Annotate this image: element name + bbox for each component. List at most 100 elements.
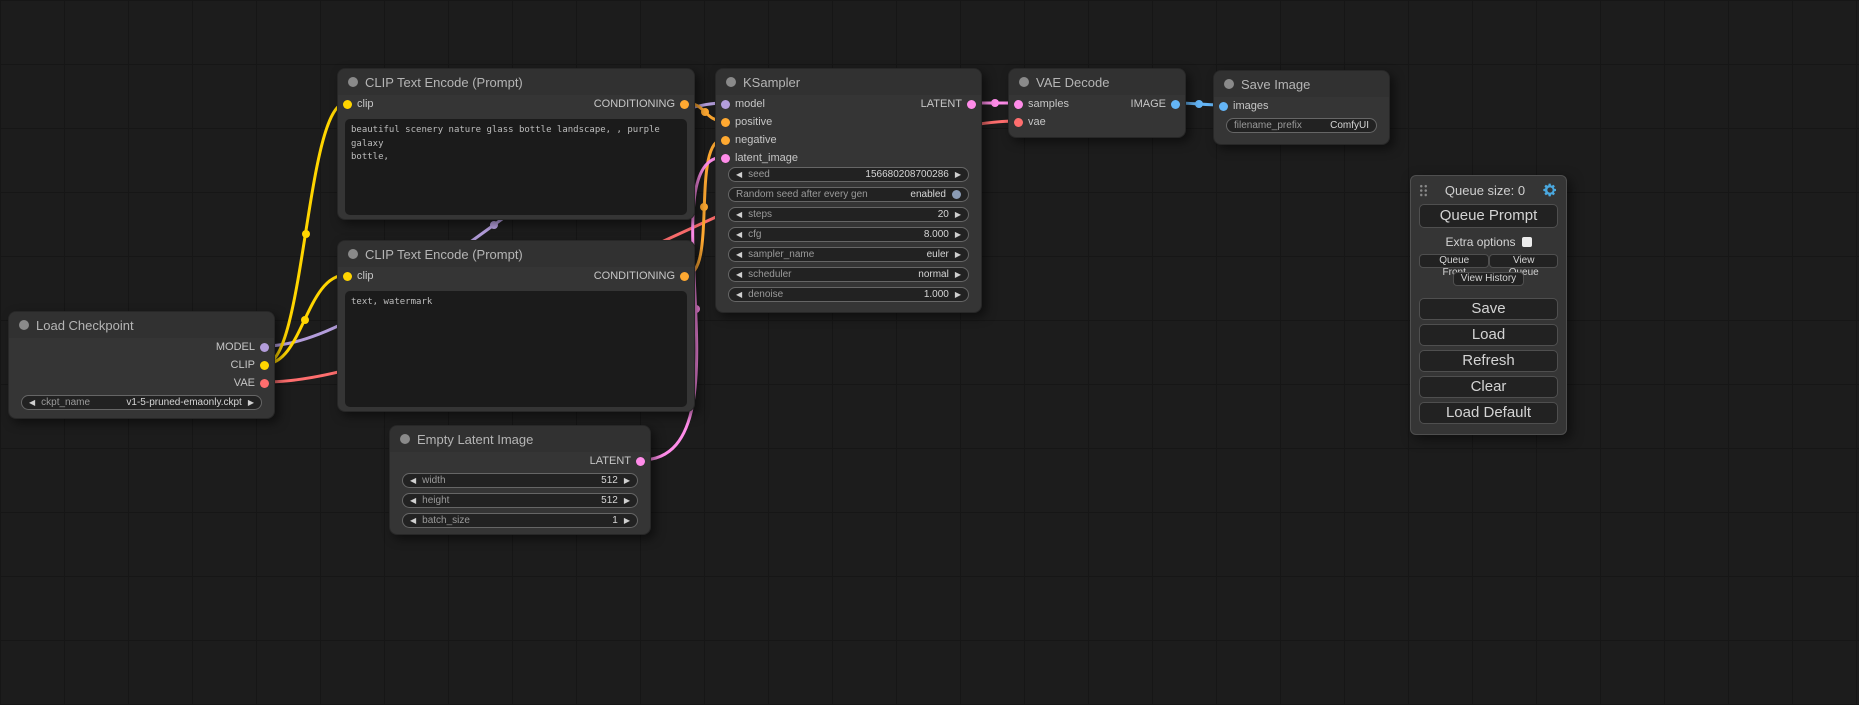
prompt-text-area[interactable]: beautiful scenery nature glass bottle la…	[345, 119, 687, 215]
output-slot-conditioning: CONDITIONING	[516, 95, 694, 113]
increment-arrow-icon[interactable]: ▶	[955, 271, 961, 279]
node-clip-text-encode-negative[interactable]: CLIP Text Encode (Prompt) clip CONDITION…	[337, 240, 695, 412]
scheduler-widget[interactable]: ◀ scheduler normal ▶	[728, 267, 969, 282]
increment-arrow-icon[interactable]: ▶	[624, 497, 630, 505]
latent-output-port[interactable]	[636, 457, 645, 466]
decrement-arrow-icon[interactable]: ◀	[736, 211, 742, 219]
filename-prefix-widget[interactable]: filename_prefix ComfyUI	[1226, 118, 1377, 133]
increment-arrow-icon[interactable]: ▶	[624, 477, 630, 485]
node-status-dot	[348, 77, 358, 87]
prompt-text-area[interactable]: text, watermark	[345, 291, 687, 407]
node-ksampler[interactable]: KSampler model positive negative latent_…	[715, 68, 982, 313]
widget-value: 20	[938, 210, 949, 220]
node-empty-latent-image[interactable]: Empty Latent Image LATENT ◀ width 512 ▶ …	[389, 425, 651, 535]
refresh-button[interactable]: Refresh	[1419, 350, 1558, 372]
decrement-arrow-icon[interactable]: ◀	[410, 517, 416, 525]
widget-value: 1	[612, 516, 618, 526]
output-slot-clip: CLIP	[9, 356, 274, 374]
latent-image-input-port[interactable]	[721, 154, 730, 163]
seed-widget[interactable]: ◀ seed 156680208700286 ▶	[728, 167, 969, 182]
node-title-bar[interactable]: Save Image	[1214, 71, 1389, 97]
input-slot-vae: vae	[1009, 113, 1185, 131]
extra-options-row: Extra options	[1419, 235, 1558, 249]
save-button[interactable]: Save	[1419, 298, 1558, 320]
random-seed-toggle-widget[interactable]: Random seed after every gen enabled	[728, 187, 969, 202]
increment-arrow-icon[interactable]: ▶	[955, 231, 961, 239]
widget-name: filename_prefix	[1234, 121, 1302, 131]
node-canvas[interactable]: Load Checkpoint MODEL CLIP VAE ◀ ckpt_na…	[0, 0, 1859, 705]
node-title-bar[interactable]: KSampler	[716, 69, 981, 95]
input-label-clip: clip	[357, 270, 374, 282]
denoise-widget[interactable]: ◀ denoise 1.000 ▶	[728, 287, 969, 302]
node-title: Empty Latent Image	[417, 432, 533, 447]
decrement-arrow-icon[interactable]: ◀	[410, 497, 416, 505]
load-button[interactable]: Load	[1419, 324, 1558, 346]
negative-input-port[interactable]	[721, 136, 730, 145]
height-widget[interactable]: ◀ height 512 ▶	[402, 493, 638, 508]
node-load-checkpoint[interactable]: Load Checkpoint MODEL CLIP VAE ◀ ckpt_na…	[8, 311, 275, 419]
output-label-image: IMAGE	[1131, 98, 1166, 110]
conditioning-output-port[interactable]	[680, 100, 689, 109]
input-slot-clip: clip	[338, 95, 516, 113]
decrement-arrow-icon[interactable]: ◀	[736, 231, 742, 239]
image-output-port[interactable]	[1171, 100, 1180, 109]
view-queue-button[interactable]: View Queue	[1489, 254, 1558, 268]
widget-value: 512	[601, 476, 618, 486]
widget-name: width	[422, 476, 445, 486]
images-input-port[interactable]	[1219, 102, 1228, 111]
increment-arrow-icon[interactable]: ▶	[955, 291, 961, 299]
decrement-arrow-icon[interactable]: ◀	[736, 271, 742, 279]
model-input-port[interactable]	[721, 100, 730, 109]
drag-handle-icon[interactable]	[1419, 184, 1428, 197]
model-output-port[interactable]	[260, 343, 269, 352]
output-label-vae: VAE	[234, 377, 255, 389]
batch-size-widget[interactable]: ◀ batch_size 1 ▶	[402, 513, 638, 528]
decrement-arrow-icon[interactable]: ◀	[736, 171, 742, 179]
increment-arrow-icon[interactable]: ▶	[955, 251, 961, 259]
node-title-bar[interactable]: VAE Decode	[1009, 69, 1185, 95]
decrement-arrow-icon[interactable]: ◀	[736, 291, 742, 299]
increment-arrow-icon[interactable]: ▶	[955, 211, 961, 219]
node-clip-text-encode-positive[interactable]: CLIP Text Encode (Prompt) clip CONDITION…	[337, 68, 695, 220]
increment-arrow-icon[interactable]: ▶	[248, 399, 254, 407]
ckpt-name-widget[interactable]: ◀ ckpt_name v1-5-pruned-emaonly.ckpt ▶	[21, 395, 262, 410]
widget-name: seed	[748, 170, 770, 180]
steps-widget[interactable]: ◀ steps 20 ▶	[728, 207, 969, 222]
node-save-image[interactable]: Save Image images filename_prefix ComfyU…	[1213, 70, 1390, 145]
queue-prompt-button[interactable]: Queue Prompt	[1419, 204, 1558, 228]
clear-button[interactable]: Clear	[1419, 376, 1558, 398]
decrement-arrow-icon[interactable]: ◀	[29, 399, 35, 407]
clip-input-port[interactable]	[343, 272, 352, 281]
decrement-arrow-icon[interactable]: ◀	[736, 251, 742, 259]
clip-output-port[interactable]	[260, 361, 269, 370]
output-slot-latent: LATENT	[390, 452, 650, 470]
sampler-name-widget[interactable]: ◀ sampler_name euler ▶	[728, 247, 969, 262]
node-title-bar[interactable]: CLIP Text Encode (Prompt)	[338, 241, 694, 267]
node-title-bar[interactable]: CLIP Text Encode (Prompt)	[338, 69, 694, 95]
vae-output-port[interactable]	[260, 379, 269, 388]
view-history-button[interactable]: View History	[1453, 272, 1524, 286]
increment-arrow-icon[interactable]: ▶	[624, 517, 630, 525]
node-status-dot	[348, 249, 358, 259]
increment-arrow-icon[interactable]: ▶	[955, 171, 961, 179]
clip-input-port[interactable]	[343, 100, 352, 109]
conditioning-output-port[interactable]	[680, 272, 689, 281]
queue-front-button[interactable]: Queue Front	[1419, 254, 1489, 268]
output-slot-model: MODEL	[9, 338, 274, 356]
input-label-model: model	[735, 98, 765, 110]
node-vae-decode[interactable]: VAE Decode samples vae IMAGE	[1008, 68, 1186, 138]
output-slot-latent: LATENT	[871, 95, 981, 113]
decrement-arrow-icon[interactable]: ◀	[410, 477, 416, 485]
cfg-widget[interactable]: ◀ cfg 8.000 ▶	[728, 227, 969, 242]
samples-input-port[interactable]	[1014, 100, 1023, 109]
positive-input-port[interactable]	[721, 118, 730, 127]
node-title-bar[interactable]: Load Checkpoint	[9, 312, 274, 338]
load-default-button[interactable]: Load Default	[1419, 402, 1558, 424]
toggle-knob[interactable]	[952, 190, 961, 199]
settings-gear-icon[interactable]	[1542, 182, 1558, 198]
vae-input-port[interactable]	[1014, 118, 1023, 127]
latent-output-port[interactable]	[967, 100, 976, 109]
width-widget[interactable]: ◀ width 512 ▶	[402, 473, 638, 488]
node-title-bar[interactable]: Empty Latent Image	[390, 426, 650, 452]
extra-options-checkbox[interactable]	[1522, 237, 1532, 247]
